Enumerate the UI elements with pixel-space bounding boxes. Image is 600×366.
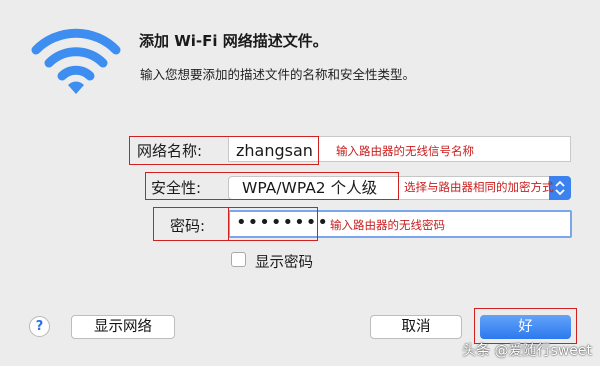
password-label-highlight [153,207,229,241]
cancel-button[interactable]: 取消 [370,315,462,339]
wifi-icon [30,26,122,96]
ok-button-highlight [474,308,577,344]
security-highlight [145,172,399,200]
security-note: 选择与路由器相同的加密方式 [404,180,554,194]
show-password-label: 显示密码 [255,255,313,271]
password-value-highlight [228,207,318,241]
watermark: 头条 @爱随行sweet [462,343,592,359]
dialog-title: 添加 Wi-Fi 网络描述文件。 [139,32,328,50]
show-networks-button[interactable]: 显示网络 [71,315,175,339]
network-name-highlight [129,136,319,165]
dialog-subtitle: 输入您想要添加的描述文件的名称和安全性类型。 [140,67,416,82]
help-icon[interactable]: ? [29,316,50,337]
show-password-checkbox[interactable] [231,252,246,267]
password-note: 输入路由器的无线密码 [330,218,445,232]
network-name-note: 输入路由器的无线信号名称 [336,144,474,158]
